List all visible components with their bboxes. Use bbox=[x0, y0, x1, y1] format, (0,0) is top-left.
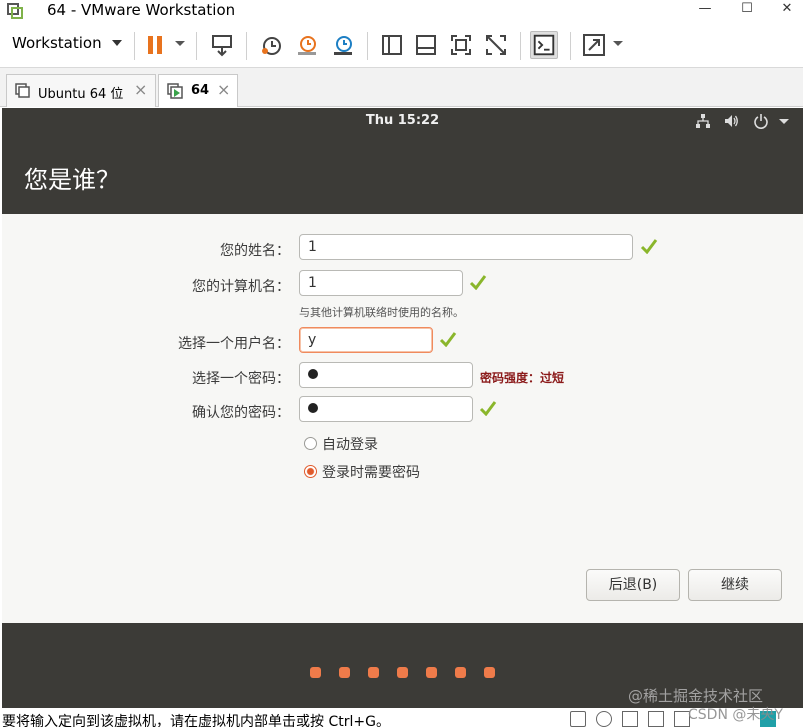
volume-icon[interactable] bbox=[723, 113, 739, 129]
vmware-app-icon bbox=[7, 3, 23, 19]
computer-name-label: 您的计算机名： bbox=[192, 279, 290, 295]
vm-icon bbox=[15, 83, 30, 98]
ubuntu-top-panel: Thu 15:22 bbox=[2, 108, 803, 134]
tab-ubuntu-64[interactable]: Ubuntu 64 位 × bbox=[6, 74, 156, 107]
toolbar-divider bbox=[196, 32, 197, 60]
toolbar-divider bbox=[570, 32, 571, 60]
progress-dot bbox=[455, 667, 466, 678]
progress-dot bbox=[310, 667, 321, 678]
valid-check-icon bbox=[469, 275, 487, 290]
network-icon[interactable] bbox=[695, 113, 711, 129]
main-toolbar: Workstation bbox=[0, 22, 803, 68]
password-field[interactable] bbox=[299, 362, 473, 388]
back-button[interactable]: 后退(B) bbox=[586, 569, 680, 601]
power-icon[interactable] bbox=[753, 113, 769, 129]
username-label: 选择一个用户名： bbox=[178, 336, 290, 352]
progress-dot bbox=[339, 667, 350, 678]
tab-label: 64 bbox=[191, 83, 210, 98]
auto-login-label[interactable]: 自动登录 bbox=[322, 434, 378, 454]
progress-dot bbox=[397, 667, 408, 678]
maximize-button[interactable]: ☐ bbox=[732, 0, 762, 20]
continue-button[interactable]: 继续 bbox=[688, 569, 782, 601]
close-tab-icon[interactable]: × bbox=[134, 80, 147, 99]
console-view-icon[interactable] bbox=[530, 31, 558, 59]
password-mask-dot bbox=[308, 403, 318, 413]
close-tab-icon[interactable]: × bbox=[217, 80, 230, 99]
juejin-watermark: @稀土掘金技术社区 bbox=[628, 687, 764, 705]
password-strength: 密码强度：过短 bbox=[480, 371, 565, 385]
take-snapshot-icon[interactable] bbox=[257, 31, 285, 59]
hard-disk-icon[interactable] bbox=[570, 711, 586, 727]
toolbar-divider bbox=[246, 32, 247, 60]
toolbar-divider bbox=[134, 32, 135, 60]
running-vm-icon bbox=[167, 83, 183, 99]
require-password-label[interactable]: 登录时需要密码 bbox=[322, 462, 420, 482]
window-title: 64 - VMware Workstation bbox=[47, 1, 236, 19]
stretch-display-icon[interactable] bbox=[580, 31, 608, 59]
require-password-radio[interactable] bbox=[304, 465, 317, 478]
system-menu-caret-icon[interactable] bbox=[779, 119, 789, 124]
confirm-password-field[interactable] bbox=[299, 396, 473, 422]
pause-icon[interactable] bbox=[142, 31, 170, 59]
power-menu-caret-icon[interactable] bbox=[175, 41, 185, 46]
network-adapter-icon[interactable] bbox=[622, 711, 638, 727]
valid-check-icon bbox=[439, 332, 457, 347]
cd-dvd-icon[interactable] bbox=[596, 711, 612, 727]
minimize-button[interactable]: — bbox=[690, 0, 720, 20]
close-window-button[interactable]: ✕ bbox=[772, 0, 802, 20]
csdn-watermark: CSDN @未央Y bbox=[688, 707, 783, 723]
vm-tab-bar: Ubuntu 64 位 × 64 × bbox=[0, 68, 803, 107]
password-mask-dot bbox=[308, 369, 318, 379]
computer-name-field[interactable]: 1 bbox=[299, 270, 463, 296]
usb-icon[interactable] bbox=[648, 711, 664, 727]
auto-login-radio[interactable] bbox=[304, 437, 317, 450]
title-bar: 64 - VMware Workstation — ☐ ✕ bbox=[0, 0, 803, 22]
thumbnail-bar-icon[interactable] bbox=[412, 31, 440, 59]
name-field[interactable]: 1 bbox=[299, 234, 633, 260]
revert-snapshot-icon[interactable] bbox=[293, 31, 321, 59]
send-ctrl-alt-del-icon[interactable] bbox=[208, 31, 236, 59]
page-title: 您是谁？ bbox=[24, 166, 120, 194]
snapshot-manager-icon[interactable] bbox=[329, 31, 357, 59]
show-library-icon[interactable] bbox=[378, 31, 406, 59]
workstation-menu[interactable]: Workstation bbox=[12, 34, 102, 52]
tab-64[interactable]: 64 × bbox=[158, 74, 238, 107]
vm-display[interactable]: Thu 15:22 您是谁？ 您的姓名： 1 您的计算机名： 1 与其他计算机联… bbox=[2, 108, 803, 708]
progress-dot bbox=[426, 667, 437, 678]
toolbar-divider bbox=[520, 32, 521, 60]
vmware-window: { "window": { "title": "64 - VMware Work… bbox=[0, 0, 803, 727]
status-message: 要将输入定向到该虚拟机，请在虚拟机内部单击或按 Ctrl+G。 bbox=[2, 714, 390, 727]
panel-clock[interactable]: Thu 15:22 bbox=[2, 113, 803, 128]
progress-dot bbox=[368, 667, 379, 678]
toolbar-divider bbox=[367, 32, 368, 60]
name-label: 您的姓名： bbox=[220, 243, 290, 259]
workstation-menu-caret-icon[interactable] bbox=[112, 40, 122, 46]
confirm-password-label: 确认您的密码： bbox=[192, 405, 290, 421]
password-label: 选择一个密码： bbox=[192, 371, 290, 387]
status-bar: 要将输入定向到该虚拟机，请在虚拟机内部单击或按 Ctrl+G。 bbox=[0, 708, 803, 727]
valid-check-icon bbox=[640, 239, 658, 254]
installer-header: 您是谁？ bbox=[2, 134, 803, 214]
computer-name-hint: 与其他计算机联络时使用的名称。 bbox=[299, 306, 464, 319]
tab-label: Ubuntu 64 位 bbox=[38, 87, 124, 102]
display-menu-caret-icon[interactable] bbox=[613, 41, 623, 46]
unity-mode-icon[interactable] bbox=[482, 31, 510, 59]
username-field[interactable]: y bbox=[299, 327, 433, 353]
progress-dot bbox=[484, 667, 495, 678]
full-screen-icon[interactable] bbox=[447, 31, 475, 59]
valid-check-icon bbox=[479, 401, 497, 416]
